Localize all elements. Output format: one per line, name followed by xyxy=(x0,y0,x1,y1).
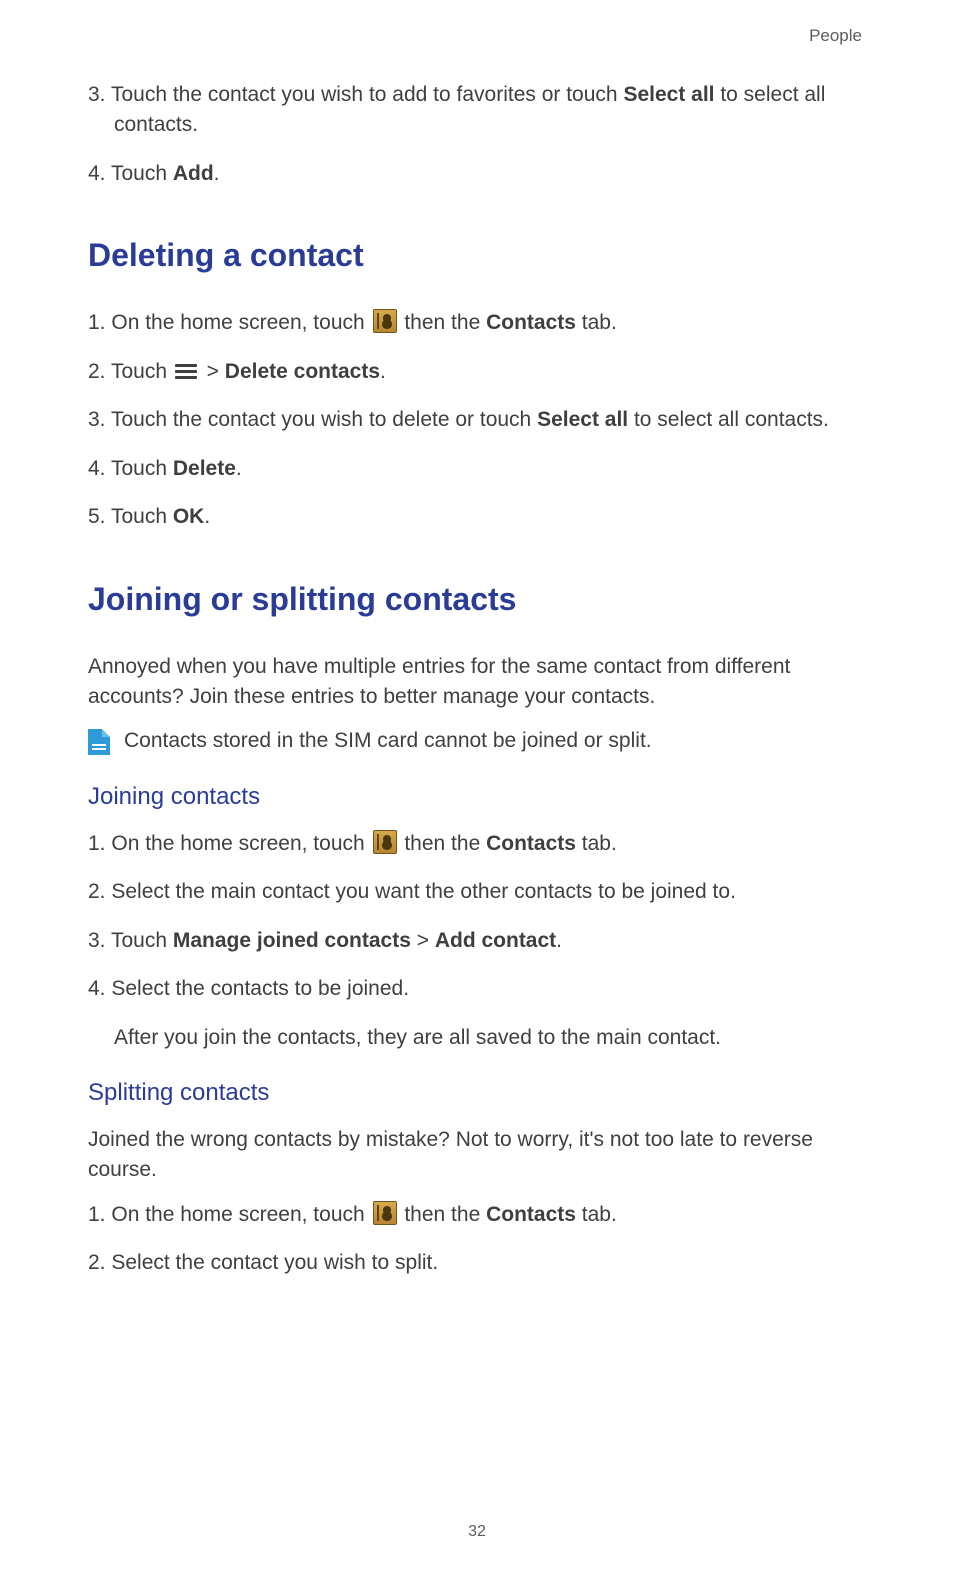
bold: Select all xyxy=(623,83,714,106)
text: tab. xyxy=(576,832,617,855)
splitting-steps: 1. On the home screen, touch then the Co… xyxy=(88,1200,866,1279)
bold: Delete xyxy=(173,457,236,480)
text: On the home screen, touch xyxy=(111,311,370,334)
contacts-app-icon xyxy=(373,1201,397,1225)
bold: Contacts xyxy=(486,832,576,855)
bold: Manage joined contacts xyxy=(173,929,411,952)
text: Select the contacts to be joined. xyxy=(111,977,409,1000)
joining-step-1: 1. On the home screen, touch then the Co… xyxy=(88,829,866,859)
text: then the xyxy=(399,1203,487,1226)
joining-steps: 1. On the home screen, touch then the Co… xyxy=(88,829,866,1053)
step-number: 1. xyxy=(88,1203,111,1226)
step-number: 4. xyxy=(88,162,111,185)
bold: Delete contacts xyxy=(225,360,380,383)
text: Touch xyxy=(111,162,173,185)
text: . xyxy=(204,505,210,528)
note: Contacts stored in the SIM card cannot b… xyxy=(88,726,866,756)
note-text: Contacts stored in the SIM card cannot b… xyxy=(124,726,652,756)
contacts-app-icon xyxy=(373,309,397,333)
subheading-joining: Joining contacts xyxy=(88,783,866,811)
header-chapter: People xyxy=(88,26,866,46)
text: then the xyxy=(399,311,487,334)
deleting-step-3: 3. Touch the contact you wish to delete … xyxy=(88,405,866,435)
step-number: 3. xyxy=(88,408,111,431)
intro-steps: 3. Touch the contact you wish to add to … xyxy=(88,80,866,189)
text: tab. xyxy=(576,311,617,334)
text: Touch the contact you wish to delete or … xyxy=(111,408,537,431)
text: . xyxy=(556,929,562,952)
text: Touch xyxy=(111,505,173,528)
bold: Add contact xyxy=(435,929,556,952)
text: . xyxy=(236,457,242,480)
joining-step-4-after: After you join the contacts, they are al… xyxy=(88,1023,866,1053)
bold: Select all xyxy=(537,408,628,431)
text: Select the main contact you want the oth… xyxy=(111,880,736,903)
deleting-step-4: 4. Touch Delete. xyxy=(88,454,866,484)
step-number: 4. xyxy=(88,977,111,1000)
bold: Contacts xyxy=(486,1203,576,1226)
step-number: 3. xyxy=(88,929,111,952)
bold: Add xyxy=(173,162,214,185)
step-number: 3. xyxy=(88,83,111,106)
heading-joining-splitting: Joining or splitting contacts xyxy=(88,581,866,618)
intro-step-4: 4. Touch Add. xyxy=(88,159,866,189)
subheading-splitting: Splitting contacts xyxy=(88,1079,866,1107)
step-number: 4. xyxy=(88,457,111,480)
text: > xyxy=(201,360,225,383)
step-number: 2. xyxy=(88,360,111,383)
joining-step-3: 3. Touch Manage joined contacts > Add co… xyxy=(88,926,866,956)
deleting-step-5: 5. Touch OK. xyxy=(88,502,866,532)
step-number: 1. xyxy=(88,832,111,855)
note-icon xyxy=(88,729,110,755)
joining-step-4: 4. Select the contacts to be joined. xyxy=(88,974,866,1004)
menu-icon xyxy=(175,364,197,380)
text: tab. xyxy=(576,1203,617,1226)
text: Touch xyxy=(111,457,173,480)
text: Touch the contact you wish to add to fav… xyxy=(111,83,623,106)
text: Touch xyxy=(111,360,173,383)
deleting-step-1: 1. On the home screen, touch then the Co… xyxy=(88,308,866,338)
heading-deleting: Deleting a contact xyxy=(88,237,866,274)
step-number: 2. xyxy=(88,1251,111,1274)
intro-step-3: 3. Touch the contact you wish to add to … xyxy=(88,80,866,141)
text: Select the contact you wish to split. xyxy=(111,1251,438,1274)
text: . xyxy=(380,360,386,383)
step-number: 2. xyxy=(88,880,111,903)
joining-intro: Annoyed when you have multiple entries f… xyxy=(88,652,866,713)
splitting-step-2: 2. Select the contact you wish to split. xyxy=(88,1248,866,1278)
contacts-app-icon xyxy=(373,830,397,854)
bold: Contacts xyxy=(486,311,576,334)
step-number: 1. xyxy=(88,311,111,334)
bold: OK xyxy=(173,505,205,528)
text: . xyxy=(214,162,220,185)
text: Touch xyxy=(111,929,173,952)
page: People 3. Touch the contact you wish to … xyxy=(0,0,954,1577)
deleting-steps: 1. On the home screen, touch then the Co… xyxy=(88,308,866,532)
deleting-step-2: 2. Touch > Delete contacts. xyxy=(88,357,866,387)
text: On the home screen, touch xyxy=(111,832,370,855)
joining-step-2: 2. Select the main contact you want the … xyxy=(88,877,866,907)
splitting-step-1: 1. On the home screen, touch then the Co… xyxy=(88,1200,866,1230)
page-number: 32 xyxy=(0,1523,954,1541)
text: to select all contacts. xyxy=(628,408,829,431)
step-number: 5. xyxy=(88,505,111,528)
text: then the xyxy=(399,832,487,855)
splitting-intro: Joined the wrong contacts by mistake? No… xyxy=(88,1125,866,1186)
text: > xyxy=(411,929,435,952)
text: On the home screen, touch xyxy=(111,1203,370,1226)
